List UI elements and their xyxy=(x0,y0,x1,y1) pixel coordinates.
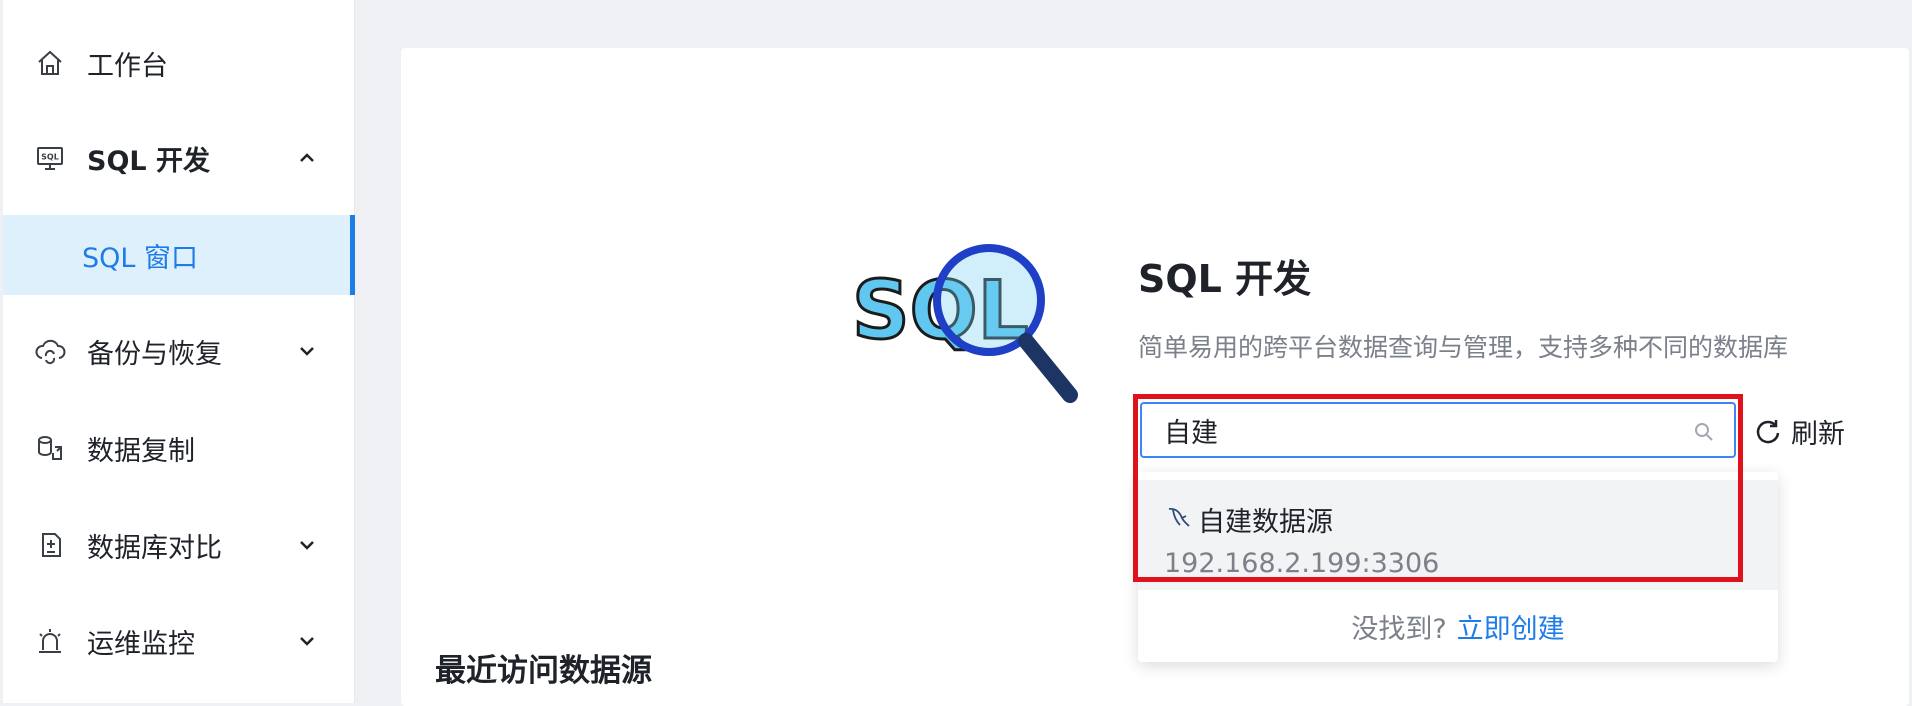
sidebar-item-ops-monitor[interactable]: 运维监控 xyxy=(3,601,355,681)
chevron-down-icon[interactable] xyxy=(295,533,319,557)
not-found-text: 没找到? xyxy=(1351,613,1447,645)
recent-datasources-title: 最近访问数据源 xyxy=(435,653,652,689)
search-dropdown: 自建数据源 192.168.2.199:3306 没找到? 立即创建 xyxy=(1138,472,1778,662)
db-compare-icon xyxy=(33,528,67,562)
sidebar-item-label: 数据库对比 xyxy=(87,532,222,564)
datasource-option[interactable]: 自建数据源 192.168.2.199:3306 xyxy=(1138,480,1778,590)
search-input[interactable] xyxy=(1164,414,1684,446)
mysql-icon xyxy=(1166,504,1192,530)
sidebar-item-backup-restore[interactable]: 备份与恢复 xyxy=(3,311,355,391)
sidebar-item-label: 数据复制 xyxy=(87,435,195,467)
datasource-name: 自建数据源 xyxy=(1198,507,1333,538)
sql-monitor-icon: SQL xyxy=(33,141,67,175)
sidebar-item-workbench[interactable]: 工作台 xyxy=(3,23,355,103)
sidebar-item-sql-dev[interactable]: SQL SQL 开发 xyxy=(3,118,355,198)
svg-text:SQL: SQL xyxy=(41,153,59,162)
chevron-down-icon[interactable] xyxy=(295,339,319,363)
active-indicator xyxy=(350,215,355,295)
sidebar-item-data-copy[interactable]: 数据复制 xyxy=(3,408,355,488)
chevron-down-icon[interactable] xyxy=(295,629,319,653)
cloud-sync-icon xyxy=(33,334,67,368)
sidebar: 工作台 SQL SQL 开发 SQL 窗口 备份与恢复 数据复制 数据库对比 运… xyxy=(3,0,355,703)
sidebar-subitem-label: SQL 窗口 xyxy=(82,242,199,274)
sidebar-item-label: 备份与恢复 xyxy=(87,338,222,370)
refresh-icon xyxy=(1753,416,1783,446)
dropdown-footer: 没找到? 立即创建 xyxy=(1138,590,1778,662)
sidebar-item-db-compare[interactable]: 数据库对比 xyxy=(3,505,355,585)
app-root: 工作台 SQL SQL 开发 SQL 窗口 备份与恢复 数据复制 数据库对比 运… xyxy=(0,0,1912,706)
sidebar-item-label: SQL 开发 xyxy=(87,145,211,177)
search-icon[interactable] xyxy=(1692,420,1716,444)
page-title: SQL 开发 xyxy=(1138,257,1312,301)
sidebar-item-label: 工作台 xyxy=(87,50,168,82)
datasource-search[interactable] xyxy=(1140,402,1736,458)
page-subtitle: 简单易用的跨平台数据查询与管理，支持多种不同的数据库 xyxy=(1138,333,1789,362)
refresh-button[interactable]: 刷新 xyxy=(1753,412,1845,450)
sidebar-subitem-sql-window[interactable]: SQL 窗口 xyxy=(3,215,355,295)
datasource-address: 192.168.2.199:3306 xyxy=(1164,548,1440,579)
chevron-up-icon[interactable] xyxy=(295,146,319,170)
create-now-link[interactable]: 立即创建 xyxy=(1457,607,1565,646)
home-icon xyxy=(33,46,67,80)
alarm-icon xyxy=(33,624,67,658)
sidebar-item-label: 运维监控 xyxy=(87,628,195,660)
refresh-label: 刷新 xyxy=(1791,418,1845,450)
data-copy-icon xyxy=(33,431,67,465)
sql-search-illustration: SQL xyxy=(844,238,1084,418)
